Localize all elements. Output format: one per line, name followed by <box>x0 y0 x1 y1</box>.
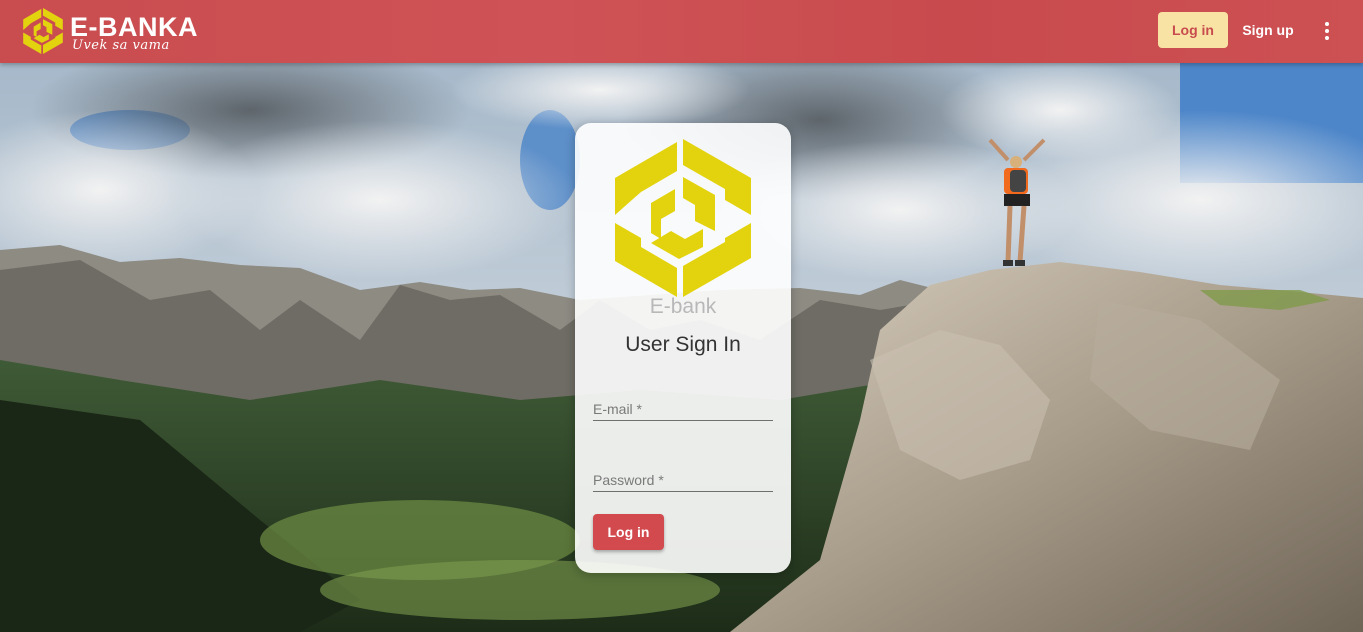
top-app-bar: E-BANKA Uvek sa vama Log in Sign up <box>0 0 1363 63</box>
password-field <box>593 456 773 492</box>
login-submit-button[interactable]: Log in <box>593 514 664 550</box>
card-brand-label: E-bank <box>649 295 717 318</box>
card-title: User Sign In <box>625 333 741 356</box>
email-input[interactable] <box>593 385 773 420</box>
brand-tagline: Uvek sa vama <box>72 38 170 53</box>
nav-signup-button[interactable]: Sign up <box>1236 12 1300 48</box>
more-vert-icon[interactable] <box>1316 18 1338 44</box>
login-card: E-bank User Sign In Log in <box>575 123 791 573</box>
ebank-logo-icon <box>23 8 63 54</box>
ebank-hexagon-logo-icon <box>615 139 751 297</box>
brand-link[interactable]: E-BANKA Uvek sa vama <box>22 8 212 54</box>
nav-login-button[interactable]: Log in <box>1158 12 1228 48</box>
email-field <box>593 385 773 421</box>
password-input[interactable] <box>593 456 773 491</box>
